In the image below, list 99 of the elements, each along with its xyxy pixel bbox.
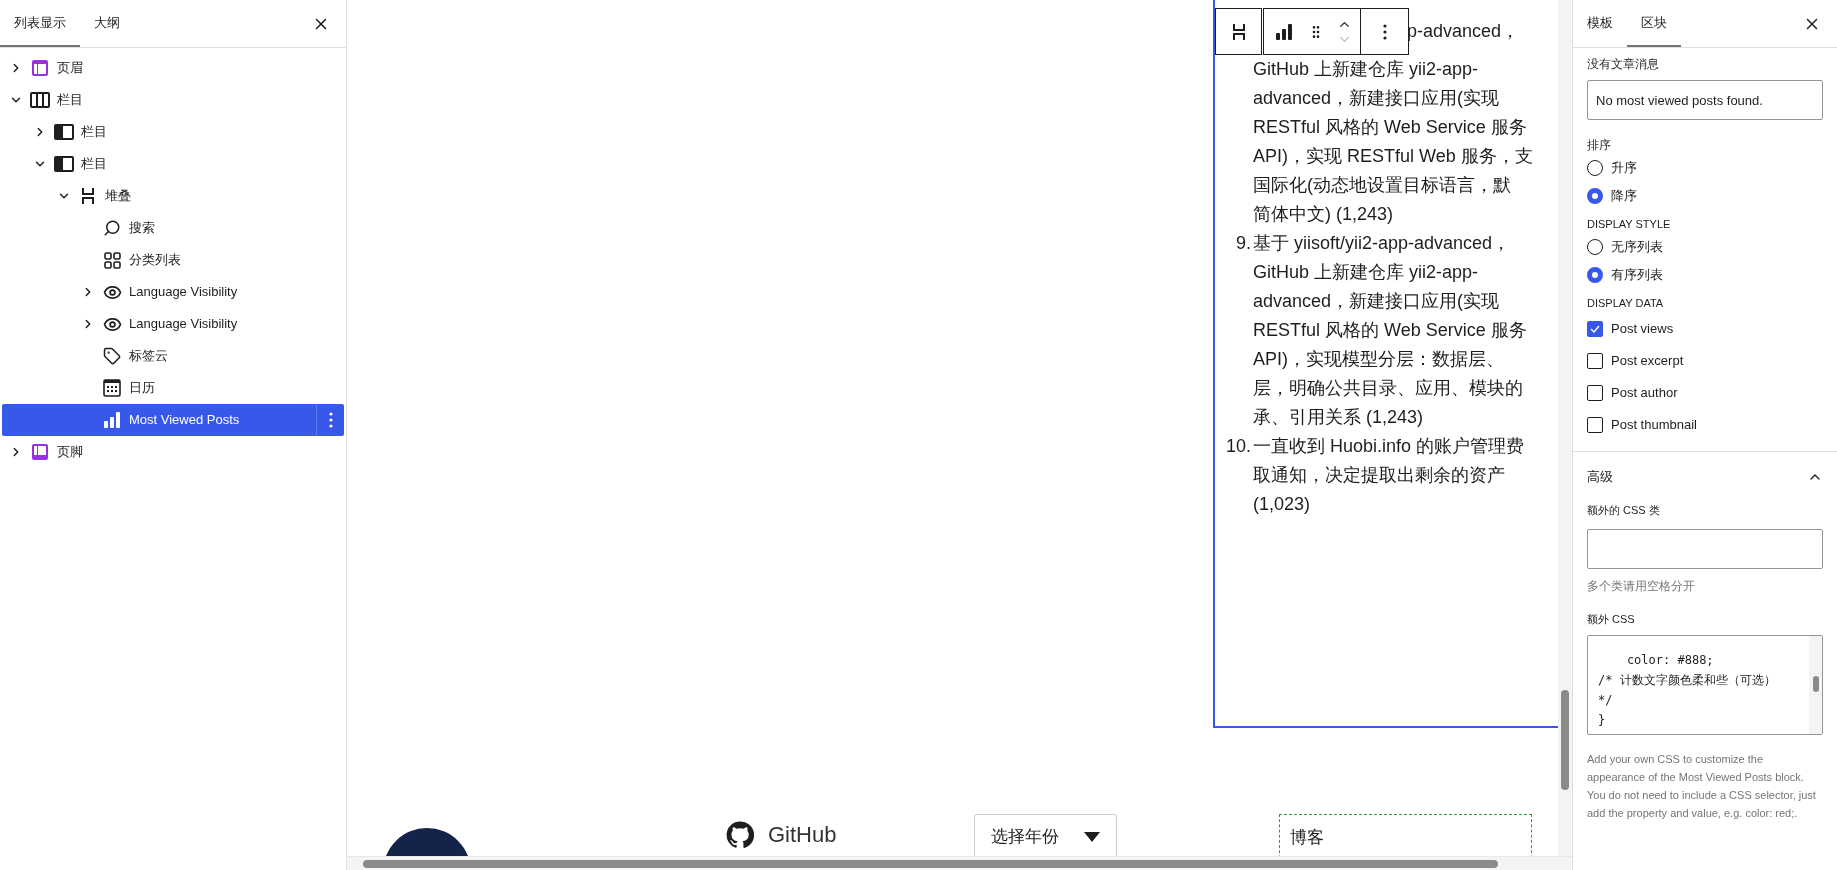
list-text: p-advanced， bbox=[1407, 20, 1520, 43]
radio-label: 有序列表 bbox=[1611, 265, 1663, 284]
tree-item[interactable]: 搜索 bbox=[2, 212, 344, 244]
github-label: GitHub bbox=[768, 821, 837, 849]
horizontal-scrollbar[interactable] bbox=[347, 856, 1572, 870]
tree-item-label: 栏目 bbox=[81, 155, 107, 174]
tree-item[interactable]: 栏目 bbox=[2, 84, 344, 116]
field-label: 额外 CSS bbox=[1587, 611, 1636, 627]
tree-item[interactable]: Language Visibility bbox=[2, 276, 344, 308]
checkbox-label: Post thumbnail bbox=[1611, 416, 1697, 435]
css-class-input[interactable] bbox=[1587, 528, 1823, 569]
search-icon bbox=[103, 219, 121, 237]
field-label: 排序 bbox=[1587, 137, 1612, 154]
list-number: 9. bbox=[1236, 232, 1251, 255]
calendar-icon bbox=[103, 379, 121, 397]
columns-icon bbox=[30, 92, 50, 108]
more-icon bbox=[1382, 23, 1387, 40]
radio-label: 降序 bbox=[1611, 187, 1637, 206]
custom-css-textarea[interactable]: color: #888; /* 计数文字颜色柔和些（可选） */ } bbox=[1587, 635, 1823, 735]
footer-template-icon bbox=[31, 443, 49, 461]
github-icon bbox=[726, 820, 754, 849]
field-label: DISPLAY DATA bbox=[1587, 295, 1665, 311]
vertical-scrollbar[interactable] bbox=[1558, 0, 1572, 856]
list-text: 一直收到 Huobi.info 的账户管理费 bbox=[1253, 435, 1525, 458]
checkbox-label: Post author bbox=[1611, 384, 1678, 403]
tag-icon bbox=[103, 347, 121, 365]
list-text: advanced，新建接口应用(实现 bbox=[1253, 87, 1501, 110]
bar-chart-icon bbox=[103, 411, 121, 429]
list-text: 基于 yiisoft/yii2-app-advanced， bbox=[1253, 232, 1512, 255]
tree-item-label: Language Visibility bbox=[129, 315, 238, 334]
list-text: 承、引用关系 (1,243) bbox=[1253, 406, 1425, 429]
advanced-section-toggle[interactable]: 高级 bbox=[1587, 452, 1823, 502]
panel-tab[interactable]: 区块 bbox=[1627, 0, 1681, 47]
message-input[interactable]: No most viewed posts found. bbox=[1587, 80, 1823, 120]
select-parent-button[interactable] bbox=[1215, 8, 1262, 55]
list-text: 取通知，决定提取出剩余的资产 bbox=[1253, 464, 1506, 487]
radio-button[interactable] bbox=[1587, 266, 1603, 283]
tree-item[interactable]: 页脚 bbox=[2, 436, 344, 468]
tree-item[interactable]: 标签云 bbox=[2, 340, 344, 372]
checkbox[interactable] bbox=[1587, 353, 1603, 369]
list-number: 10. bbox=[1225, 435, 1251, 458]
list-text: RESTful 风格的 Web Service 服务 bbox=[1253, 319, 1527, 342]
list-text: GitHub 上新建仓库 yii2-app- bbox=[1253, 261, 1480, 284]
checkbox[interactable] bbox=[1587, 417, 1603, 433]
list-text: GitHub 上新建仓库 yii2-app- bbox=[1253, 58, 1480, 81]
radio-label: 无序列表 bbox=[1611, 237, 1663, 256]
list-text: 层，明确公共目录、应用、模块的 bbox=[1253, 377, 1524, 400]
help-text: Add your own CSS to customize the appearance of the Most Viewed Posts block. You do not need to include a CSS selector, just add the property and value, e.g. color: red;. bbox=[1587, 752, 1817, 821]
bar-chart-icon bbox=[1275, 22, 1293, 41]
list-text: advanced，新建接口应用(实现 bbox=[1253, 290, 1501, 313]
caret-icon bbox=[1084, 832, 1101, 842]
stack-icon bbox=[1231, 22, 1246, 41]
tree-item-label: 栏目 bbox=[57, 91, 83, 110]
tree-item[interactable]: 堆叠 bbox=[2, 180, 344, 212]
checkbox-label: Post views bbox=[1611, 320, 1674, 339]
list-text: 国际化(动态地设置目标语言，默 bbox=[1253, 174, 1512, 197]
list-text: 简体中文) (1,243) bbox=[1253, 203, 1395, 226]
radio-label: 升序 bbox=[1611, 159, 1637, 178]
help-text: 多个类请用空格分开 bbox=[1587, 577, 1696, 595]
tree-item[interactable]: Language Visibility bbox=[2, 308, 344, 340]
tree-item[interactable]: 页眉 bbox=[2, 52, 344, 84]
tree-item-label: Language Visibility bbox=[129, 283, 238, 302]
field-label: 额外的 CSS 类 bbox=[1587, 503, 1661, 518]
tree-item[interactable]: 分类列表 bbox=[2, 244, 344, 276]
tree-item[interactable]: 栏目 bbox=[2, 148, 344, 180]
tree-item-label: Most Viewed Posts bbox=[129, 411, 240, 430]
column-icon bbox=[54, 124, 74, 140]
tree-item[interactable]: 日历 bbox=[2, 372, 344, 404]
tree-item[interactable]: Most Viewed Posts bbox=[2, 404, 344, 436]
field-label: DISPLAY STYLE bbox=[1587, 217, 1672, 232]
list-text: API)，实现模型分层：数据层、 bbox=[1253, 348, 1505, 371]
panel-tab[interactable]: 列表显示 bbox=[0, 0, 80, 47]
tree-item-label: 搜索 bbox=[129, 219, 155, 238]
tree-item[interactable]: 栏目 bbox=[2, 116, 344, 148]
blog-heading: 博客 bbox=[1290, 828, 1325, 847]
textarea-scrollbar[interactable] bbox=[1809, 636, 1822, 734]
more-icon bbox=[328, 412, 333, 428]
field-label: 没有文章消息 bbox=[1587, 56, 1660, 72]
tree-item-label: 页脚 bbox=[57, 443, 83, 462]
tree-item-label: 标签云 bbox=[129, 347, 168, 366]
tree-item-label: 堆叠 bbox=[105, 187, 131, 206]
panel-tab[interactable]: 大纲 bbox=[80, 0, 134, 47]
tree-item-label: 栏目 bbox=[81, 123, 107, 142]
list-text: RESTful 风格的 Web Service 服务 bbox=[1253, 116, 1528, 139]
list-text: (1,023) bbox=[1253, 493, 1312, 516]
checkbox[interactable] bbox=[1587, 321, 1603, 337]
tree-item-label: 页眉 bbox=[57, 59, 83, 78]
list-text: API)，实现 RESTful Web 服务，支 bbox=[1253, 145, 1533, 168]
stack-icon bbox=[81, 187, 95, 205]
checkbox[interactable] bbox=[1587, 385, 1603, 401]
check-icon bbox=[1590, 325, 1600, 333]
grid-icon bbox=[103, 251, 121, 269]
checkbox-label: Post excerpt bbox=[1611, 352, 1684, 371]
header-template-icon bbox=[31, 59, 49, 77]
radio-button[interactable] bbox=[1587, 188, 1603, 204]
panel-tab[interactable]: 模板 bbox=[1573, 0, 1627, 47]
column-icon bbox=[54, 156, 74, 172]
tree-item-label: 日历 bbox=[129, 379, 155, 398]
tree-item-label: 分类列表 bbox=[129, 251, 181, 270]
